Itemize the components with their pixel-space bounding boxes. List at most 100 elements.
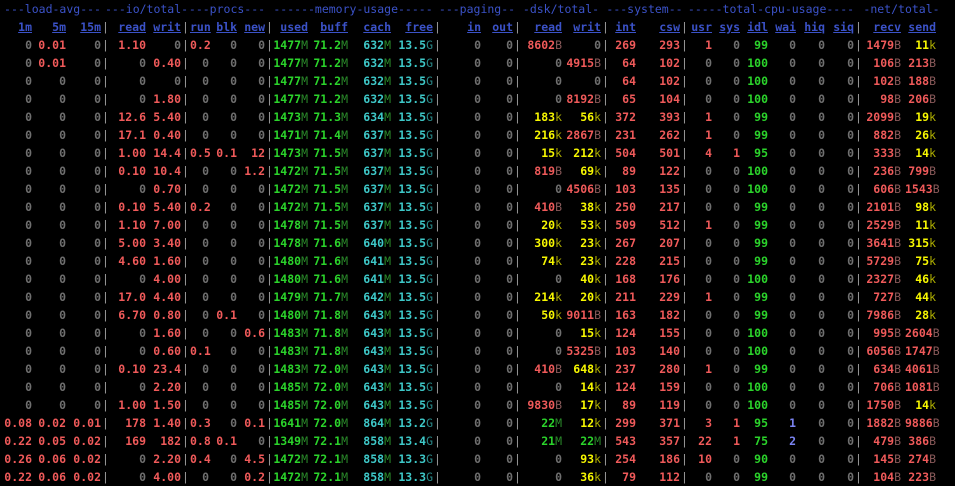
stat-value: 643M <box>363 308 391 322</box>
stat-value: 0 <box>847 308 854 322</box>
stat-value: 13.3G <box>398 470 433 484</box>
column-separator: | <box>514 380 521 394</box>
stat-value: 124 <box>615 326 636 340</box>
column-separator: | <box>102 74 109 88</box>
stat-value: 22 <box>698 434 712 448</box>
stat-value: 0 <box>139 272 146 286</box>
column-separator: | <box>514 200 521 214</box>
stat-value: 0 <box>789 380 796 394</box>
stat-value: 0 <box>258 74 265 88</box>
column-separator: | <box>182 164 189 178</box>
stat-value: 0 <box>594 74 601 88</box>
stats-row: 0 0.01 0 1.10 0 0.2 0 0 1477M 71.2M 632M 13.5G 0 0 860… <box>0 36 955 54</box>
stat-value: 0 <box>94 92 101 106</box>
column-separator: | <box>434 308 441 322</box>
stat-value: 0 <box>139 470 146 484</box>
stat-value: 71.5M <box>313 146 348 160</box>
stat-value: 0 <box>139 56 146 70</box>
stat-value: 0 <box>25 74 32 88</box>
stat-value: 13.3G <box>398 452 433 466</box>
stat-value: 71.8M <box>313 308 348 322</box>
stat-value: 0 <box>230 92 237 106</box>
stat-value: 12.6 <box>118 110 146 124</box>
group-label: ---paging-- <box>438 2 516 16</box>
column-header: idl <box>747 20 768 34</box>
column-separator: | <box>681 236 688 250</box>
stat-value: 0 <box>789 146 796 160</box>
stats-row: 0.22 0.06 0.02 0 4.00 0 0 0.2 1472M 72.1M 858M 13.3… <box>0 468 955 486</box>
stat-value: 2604B <box>905 326 940 340</box>
column-header: int <box>615 20 636 34</box>
stat-value: 0 <box>258 362 265 376</box>
stat-value: 641M <box>363 272 391 286</box>
stat-value: 71.7M <box>313 290 348 304</box>
stat-value: 410B <box>534 362 562 376</box>
stat-value: 1.40 <box>153 416 181 430</box>
column-separator: | <box>602 290 609 304</box>
stat-value: 0 <box>474 236 481 250</box>
stat-value: 103 <box>615 182 636 196</box>
column-separator: | <box>681 380 688 394</box>
stat-value: 72.0M <box>313 380 348 394</box>
column-separator: | <box>681 344 688 358</box>
stat-value: 0 <box>25 38 32 52</box>
stat-value: 0 <box>847 92 854 106</box>
stat-value: 12 <box>251 146 265 160</box>
stat-value: 0 <box>506 236 513 250</box>
stat-value: 0.02 <box>73 470 101 484</box>
column-separator: | <box>102 164 109 178</box>
stat-value: 858M <box>363 434 391 448</box>
column-separator: | <box>514 236 521 250</box>
stat-value: 13.4G <box>398 434 433 448</box>
stat-value: 0 <box>230 200 237 214</box>
column-separator: | <box>855 110 862 124</box>
column-separator: | <box>182 272 189 286</box>
column-separator: | <box>102 128 109 142</box>
column-separator: | <box>102 236 109 250</box>
group-label: -dsk/total- <box>522 2 600 16</box>
stat-value: 64 <box>622 74 636 88</box>
stat-value: 0 <box>139 380 146 394</box>
stats-row: 0 0 0 0.10 10.4 0 0 1.2 1472M 71.5M 637M 13.5G 0 0 819… <box>0 162 955 180</box>
stat-value: 799B <box>908 164 936 178</box>
stat-value: 2529B <box>866 218 901 232</box>
column-separator: | <box>182 146 189 160</box>
column-separator: | <box>182 254 189 268</box>
stat-value: 1479B <box>866 38 901 52</box>
stat-value: 0 <box>847 218 854 232</box>
stat-value: 0 <box>506 452 513 466</box>
stat-value: 0 <box>705 470 712 484</box>
stat-value: 0 <box>59 308 66 322</box>
column-separator: | <box>681 434 688 448</box>
stat-value: 6056B <box>866 344 901 358</box>
stat-value: 99 <box>754 38 768 52</box>
stat-value: 56k <box>580 110 601 124</box>
stat-value: 0.08 <box>4 416 32 430</box>
column-separator: | <box>681 362 688 376</box>
stat-value: 0 <box>818 470 825 484</box>
column-separator: | <box>681 218 688 232</box>
column-separator: | <box>681 20 688 34</box>
stat-value: 727B <box>873 290 901 304</box>
stat-value: 0 <box>59 74 66 88</box>
column-header: wai <box>775 20 796 34</box>
stat-value: 0 <box>474 398 481 412</box>
stat-value: 0 <box>733 38 740 52</box>
stat-value: 2099B <box>866 110 901 124</box>
stats-row: 0 0 0 17.0 4.40 0 0 0 1479M 71.7M 642M 13.5G 0 0 214k 2… <box>0 288 955 306</box>
stat-value: 100 <box>747 92 768 106</box>
column-separator: | <box>855 92 862 106</box>
stat-value: 100 <box>747 380 768 394</box>
stat-value: 0 <box>847 236 854 250</box>
stat-value: 13.5G <box>398 308 433 322</box>
stat-value: 0.02 <box>73 434 101 448</box>
column-separator: | <box>514 326 521 340</box>
stat-value: 0 <box>733 236 740 250</box>
stat-value: 372 <box>615 110 636 124</box>
stats-row: 0 0 0 17.1 0.40 0 0 0 1471M 71.4M 637M 13.5G 0 0 216k 2… <box>0 126 955 144</box>
column-separator: | <box>266 74 273 88</box>
stat-value: 0 <box>202 308 209 322</box>
column-separator: | <box>602 110 609 124</box>
stat-value: 1543B <box>905 182 940 196</box>
stat-value: 13.5G <box>398 200 433 214</box>
